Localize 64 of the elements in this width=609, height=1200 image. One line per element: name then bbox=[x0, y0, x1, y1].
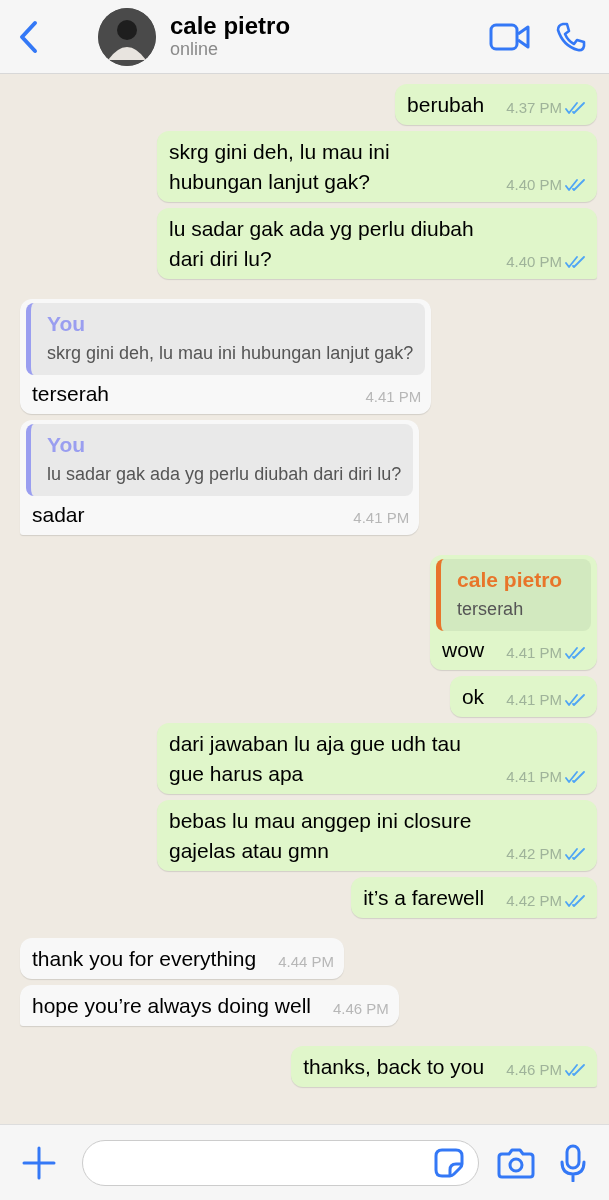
message-time: 4.41 PM bbox=[365, 387, 422, 407]
phone-icon bbox=[555, 20, 587, 53]
sent-message[interactable]: dari jawaban lu aja gue udh tau gue harus apa 4.41 PM bbox=[157, 723, 597, 794]
message-time: 4.41 PM bbox=[353, 508, 410, 528]
sticker-icon[interactable] bbox=[434, 1147, 464, 1178]
message-time: 4.37 PM bbox=[506, 98, 562, 118]
message-text: sadar bbox=[32, 502, 85, 528]
message-text: dari jawaban lu aja gue udh tau gue harus apa bbox=[169, 731, 462, 787]
received-message[interactable]: You skrg gini deh, lu mau ini hubungan lanjut gak? terserah 4.41 PM bbox=[20, 299, 432, 414]
video-call-button[interactable] bbox=[489, 22, 531, 51]
message-text: wow bbox=[442, 637, 485, 663]
message-text: thank you for everything bbox=[32, 946, 257, 972]
quoted-message[interactable]: cale pietro terserah bbox=[436, 559, 591, 631]
video-camera-icon bbox=[489, 22, 531, 51]
message-time: 4.42 PM bbox=[506, 844, 562, 864]
sent-message[interactable]: thanks, back to you 4.46 PM bbox=[291, 1046, 597, 1087]
message-time: 4.46 PM bbox=[506, 1060, 562, 1080]
quote-author: cale pietro bbox=[457, 567, 564, 593]
message-time: 4.41 PM bbox=[506, 643, 562, 663]
quote-author: You bbox=[47, 311, 87, 337]
sent-message[interactable]: ok 4.41 PM bbox=[449, 676, 597, 717]
quoted-message[interactable]: You lu sadar gak ada yg perlu diubah dari diri lu? bbox=[26, 424, 414, 496]
quote-author: You bbox=[47, 432, 87, 458]
sent-message[interactable]: lu sadar gak ada yg perlu diubah dari diri lu? 4.40 PM bbox=[157, 208, 597, 279]
message-text: terserah bbox=[32, 381, 110, 407]
voice-call-button[interactable] bbox=[555, 20, 587, 53]
back-icon bbox=[17, 19, 39, 54]
sent-message[interactable]: bebas lu mau anggep ini closure gajelas atau gmn 4.42 PM bbox=[157, 800, 597, 871]
message-text: lu sadar gak ada yg perlu diubah dari diri lu? bbox=[169, 216, 475, 272]
contact-status: online bbox=[170, 38, 220, 61]
sent-message[interactable]: cale pietro terserah wow 4.41 PM bbox=[430, 555, 597, 670]
received-message[interactable]: You lu sadar gak ada yg perlu diubah dari diri lu? sadar 4.41 PM bbox=[20, 420, 420, 535]
quoted-message[interactable]: You skrg gini deh, lu mau ini hubungan lanjut gak? bbox=[26, 303, 426, 375]
message-time: 4.41 PM bbox=[506, 690, 562, 710]
message-text: thanks, back to you bbox=[303, 1054, 485, 1080]
message-time: 4.42 PM bbox=[506, 891, 562, 911]
sent-message[interactable]: berubah 4.37 PM bbox=[395, 84, 597, 125]
avatar[interactable] bbox=[98, 7, 156, 66]
message-text: berubah bbox=[407, 92, 485, 118]
voice-message-button[interactable] bbox=[559, 1143, 587, 1182]
microphone-icon bbox=[559, 1143, 587, 1182]
message-text: bebas lu mau anggep ini closure gajelas atau gmn bbox=[169, 808, 473, 864]
attach-button[interactable] bbox=[22, 1145, 56, 1180]
message-text: ok bbox=[461, 684, 485, 710]
received-message[interactable]: thank you for everything 4.44 PM bbox=[20, 938, 344, 979]
message-time: 4.41 PM bbox=[506, 767, 562, 787]
contact-name: cale pietro bbox=[170, 12, 292, 39]
plus-icon bbox=[22, 1145, 56, 1180]
message-time: 4.46 PM bbox=[333, 999, 389, 1019]
message-time: 4.40 PM bbox=[506, 252, 562, 272]
message-time: 4.44 PM bbox=[278, 952, 334, 972]
camera-icon bbox=[497, 1146, 535, 1179]
message-text: skrg gini deh, lu mau ini hubungan lanjut gak? bbox=[169, 139, 391, 195]
message-text: hope you’re always doing well bbox=[32, 993, 311, 1019]
sent-message[interactable]: it’s a farewell 4.42 PM bbox=[351, 877, 597, 918]
quote-text: skrg gini deh, lu mau ini hubungan lanjut gak? bbox=[47, 342, 414, 365]
received-message[interactable]: hope you’re always doing well 4.46 PM bbox=[20, 985, 399, 1026]
message-input[interactable] bbox=[82, 1139, 479, 1186]
camera-button[interactable] bbox=[497, 1146, 535, 1179]
sent-message[interactable]: skrg gini deh, lu mau ini hubungan lanjut gak? 4.40 PM bbox=[157, 131, 597, 202]
quote-text: lu sadar gak ada yg perlu diubah dari diri lu? bbox=[47, 463, 402, 486]
message-time: 4.40 PM bbox=[506, 175, 562, 195]
message-text: it’s a farewell bbox=[363, 885, 485, 911]
quote-text: terserah bbox=[457, 598, 525, 621]
